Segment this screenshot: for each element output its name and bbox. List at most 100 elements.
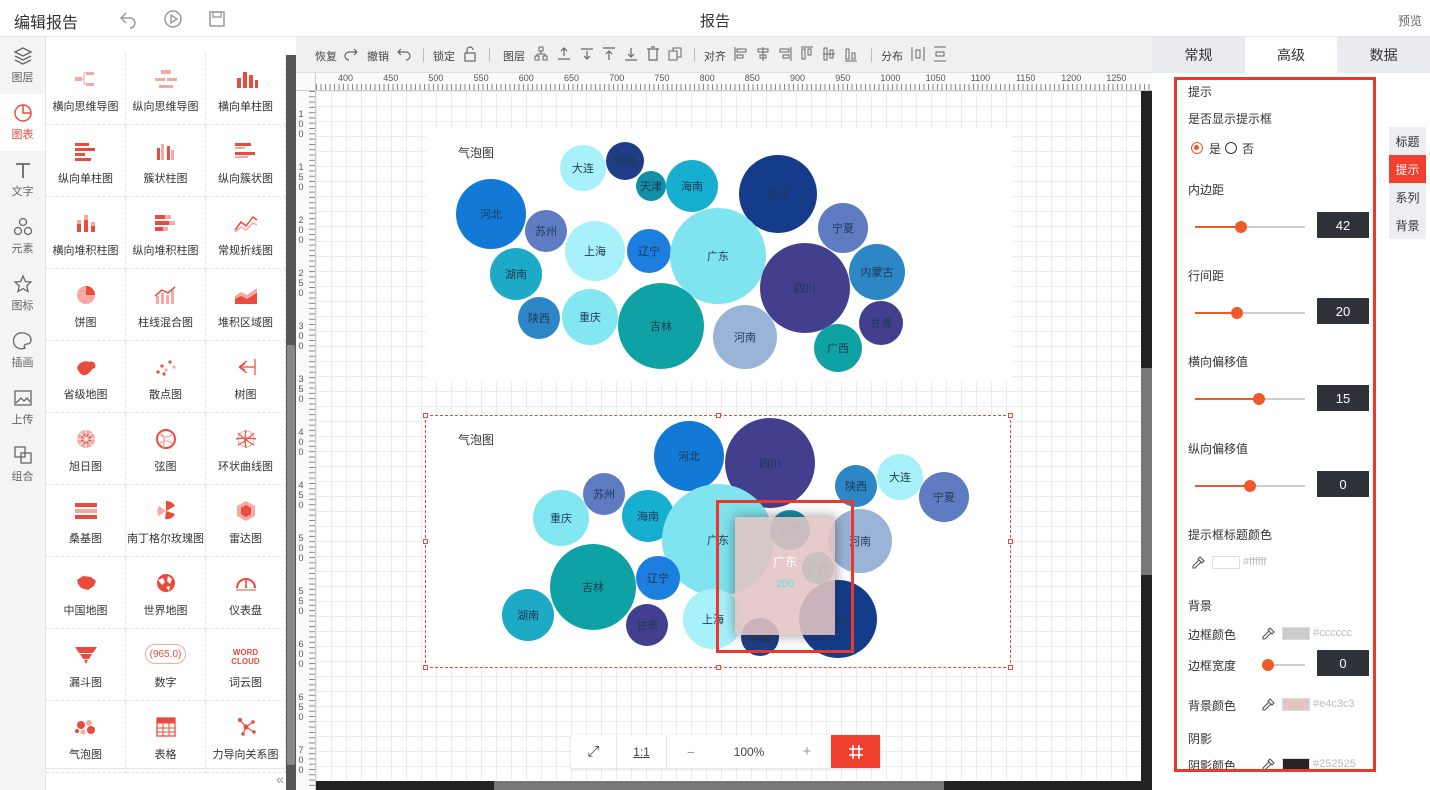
offset-y-slider[interactable] [1195, 480, 1305, 492]
nav-charts[interactable]: 图表 [0, 94, 45, 151]
bubble[interactable]: 吉林 [618, 283, 704, 369]
eyedropper-icon[interactable] [1191, 556, 1205, 570]
back-icon[interactable] [118, 9, 138, 29]
bubble[interactable]: 大连 [560, 145, 606, 191]
resize-handle[interactable] [716, 413, 721, 418]
move-down-icon[interactable] [580, 46, 594, 62]
border-width-slider[interactable] [1262, 659, 1305, 671]
bubble[interactable]: 四川 [760, 243, 850, 333]
copy-icon[interactable] [668, 46, 682, 62]
tab-advanced[interactable]: 高级 [1244, 37, 1338, 73]
align-middle-icon[interactable] [822, 46, 836, 62]
palette-item[interactable]: 气泡图 [46, 701, 126, 773]
offset-y-input[interactable]: 0 [1317, 471, 1369, 497]
palette-item[interactable]: 饼图 [46, 269, 126, 341]
nav-upload[interactable]: 上传 [0, 379, 45, 436]
bring-front-icon[interactable] [602, 46, 616, 62]
resize-handle[interactable] [423, 413, 428, 418]
scroll-thumb[interactable] [1141, 368, 1152, 575]
shadow-color-hex[interactable]: #252525 [1313, 758, 1356, 769]
bubble[interactable]: 河北 [456, 179, 526, 249]
bubble[interactable]: 广西 [814, 324, 862, 372]
offset-x-input[interactable]: 15 [1317, 385, 1369, 411]
nav-illustrations[interactable]: 插画 [0, 322, 45, 379]
tab-data[interactable]: 数据 [1337, 37, 1430, 73]
fit-screen-button[interactable]: ⤢ [571, 735, 617, 768]
align-bottom-icon[interactable] [844, 46, 858, 62]
grid-toggle-button[interactable] [831, 735, 880, 768]
palette-item[interactable]: 横向堆积柱图 [46, 197, 126, 269]
show-no-radio[interactable] [1225, 142, 1237, 154]
resize-handle[interactable] [1008, 539, 1013, 544]
distribute-h-icon[interactable] [911, 46, 925, 62]
palette-item[interactable]: 横向思维导图 [46, 53, 126, 125]
palette-scroll-thumb[interactable] [287, 345, 295, 765]
palette-item[interactable]: 堆积区域图 [206, 269, 286, 341]
slider-knob[interactable] [1244, 480, 1256, 492]
side-tab-background[interactable]: 背景 [1389, 211, 1426, 239]
palette-item[interactable]: 力导向关系图 [206, 701, 286, 773]
undo-button[interactable]: 撤销 [367, 48, 389, 64]
palette-item[interactable]: 柱线混合图 [126, 269, 206, 341]
palette-item[interactable]: 树图 [206, 341, 286, 413]
slider-knob[interactable] [1252, 393, 1265, 405]
nav-elements[interactable]: 元素 [0, 208, 45, 265]
bg-color-hex[interactable]: #e4c3c3 [1313, 698, 1355, 710]
palette-item[interactable]: 雷达图 [206, 485, 286, 557]
bg-color-swatch[interactable] [1282, 698, 1310, 711]
offset-x-slider[interactable] [1195, 393, 1305, 405]
palette-item[interactable]: 环状曲线图 [206, 413, 286, 485]
bubble[interactable]: 重庆 [562, 289, 618, 345]
palette-item[interactable]: 常规折线图 [206, 197, 286, 269]
zoom-in-button[interactable]: + [783, 735, 831, 768]
palette-item[interactable]: 横向单柱图 [206, 53, 286, 125]
move-up-icon[interactable] [557, 46, 571, 62]
canvas-horizontal-scrollbar[interactable] [316, 781, 1141, 790]
shadow-color-swatch[interactable] [1282, 758, 1310, 769]
padding-slider[interactable] [1195, 221, 1305, 233]
palette-item[interactable]: 中国地图 [46, 557, 126, 629]
palette-item[interactable]: 世界地图 [126, 557, 206, 629]
align-center-h-icon[interactable] [756, 46, 770, 62]
resize-handle[interactable] [1008, 413, 1013, 418]
redo-icon[interactable] [344, 46, 358, 62]
palette-item[interactable]: 桑基图 [46, 485, 126, 557]
palette-item[interactable]: 纵向簇状图 [206, 125, 286, 197]
nav-text[interactable]: 文字 [0, 151, 45, 208]
slider-knob[interactable] [1230, 307, 1243, 319]
align-top-icon[interactable] [800, 46, 814, 62]
palette-item[interactable]: 弦图 [126, 413, 206, 485]
bubble[interactable]: 陕西 [518, 297, 560, 339]
line-height-slider[interactable] [1195, 307, 1305, 319]
palette-item[interactable]: 簇状柱图 [126, 125, 206, 197]
bubble[interactable]: 宁夏 [818, 203, 868, 253]
resize-handle[interactable] [423, 539, 428, 544]
title-color-swatch[interactable] [1212, 556, 1240, 569]
layer-tree-icon[interactable] [534, 46, 548, 62]
canvas-vertical-scrollbar[interactable] [1141, 91, 1152, 790]
resize-handle[interactable] [423, 665, 428, 670]
zoom-out-button[interactable]: − [667, 735, 715, 768]
slider-knob[interactable] [1235, 221, 1248, 233]
bubble[interactable]: 新疆 [606, 142, 644, 180]
resize-handle[interactable] [1008, 665, 1013, 670]
eyedropper-icon[interactable] [1261, 627, 1275, 641]
palette-item[interactable]: WORD CLOUD 词云图 [206, 629, 286, 701]
undo-icon[interactable] [397, 46, 411, 62]
side-tab-title[interactable]: 标题 [1389, 127, 1426, 155]
bubble[interactable]: 海南 [666, 160, 718, 212]
nav-group[interactable]: 组合 [0, 436, 45, 493]
palette-item[interactable]: 纵向堆积柱图 [126, 197, 206, 269]
scroll-thumb[interactable] [494, 781, 944, 790]
selection-frame[interactable] [423, 413, 1013, 670]
border-color-swatch[interactable] [1282, 627, 1310, 640]
align-left-icon[interactable] [734, 46, 748, 62]
eyedropper-icon[interactable] [1261, 758, 1275, 772]
palette-item[interactable]: 仪表盘 [206, 557, 286, 629]
eyedropper-icon[interactable] [1261, 698, 1275, 712]
bubble[interactable]: 湖南 [490, 248, 542, 300]
palette-scrollbar[interactable] [286, 55, 296, 790]
side-tab-series[interactable]: 系列 [1389, 183, 1426, 211]
bubble-chart-1[interactable]: 气泡图 大连 新疆 天津 海南 湖北 河北 苏州 上海 辽宁 广东 宁夏 湖南 四川 内蒙古 陕西 重庆 吉林河… [426, 128, 1012, 381]
tab-general[interactable]: 常规 [1152, 37, 1245, 73]
